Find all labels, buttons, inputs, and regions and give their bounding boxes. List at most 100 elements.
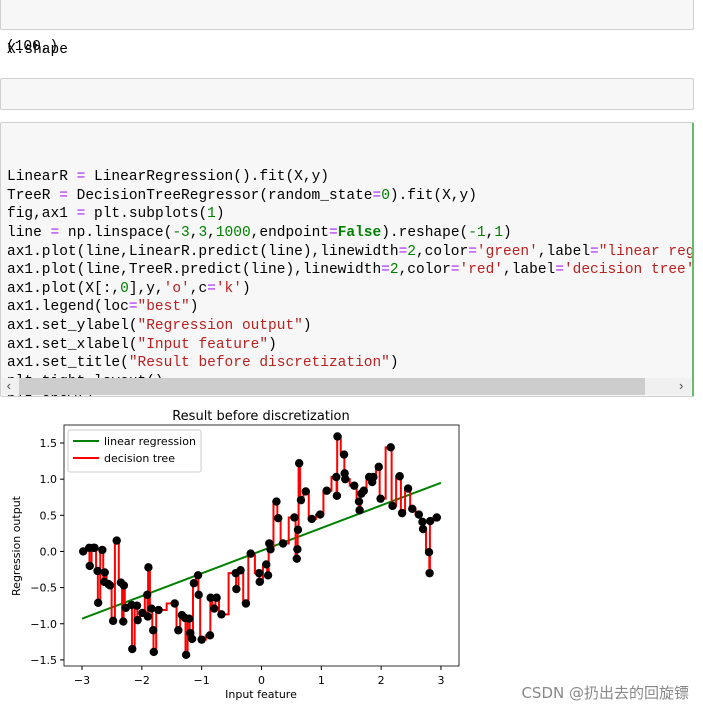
code-token: ax1.legend(loc — [7, 299, 129, 316]
data-point — [132, 601, 142, 610]
data-point — [293, 545, 302, 554]
data-point — [181, 650, 191, 660]
data-point — [100, 568, 109, 577]
data-point — [263, 571, 273, 580]
data-point — [143, 590, 152, 600]
data-point — [133, 615, 142, 625]
code-token: 1 — [494, 224, 504, 241]
horizontal-scrollbar[interactable]: ‹ › — [2, 378, 691, 395]
code-token: ],y, — [128, 280, 164, 297]
output-shape: (100,) — [6, 39, 59, 55]
data-point — [90, 543, 99, 553]
code-token: = — [555, 262, 564, 279]
data-point — [350, 481, 359, 490]
code-token: LinearR — [7, 169, 77, 186]
code-line: ax1.set_title("Result before discretizat… — [7, 354, 692, 373]
data-point — [246, 549, 255, 558]
scrollbar-thumb[interactable] — [19, 378, 645, 395]
data-point — [278, 539, 288, 548]
scroll-right-icon[interactable]: › — [677, 378, 685, 395]
data-point — [296, 495, 306, 505]
y-tick-label: 0.0 — [40, 545, 58, 558]
data-point — [128, 644, 137, 654]
code-token: line — [7, 224, 51, 241]
code-token: 1000 — [215, 224, 251, 241]
linear-regression-line — [81, 481, 442, 620]
code-token: -1 — [468, 224, 486, 241]
data-point — [112, 536, 121, 545]
x-tick-label: −3 — [74, 674, 90, 687]
code-token: 'o' — [163, 280, 190, 297]
data-point — [432, 513, 441, 522]
code-token: "Result before discretization" — [128, 355, 390, 372]
code-token: np.linspace( — [59, 224, 173, 241]
code-cell-shape[interactable]: X.shape — [0, 0, 694, 58]
code-token: "linear regression" — [598, 243, 694, 260]
legend-label-linear: linear regression — [104, 435, 196, 448]
data-point — [395, 472, 404, 481]
data-point — [397, 508, 407, 518]
y-tick-label: 1.0 — [40, 473, 58, 486]
chart-title: Result before discretization — [172, 409, 350, 424]
code-token: = — [50, 224, 60, 241]
code-token: , — [207, 224, 216, 241]
data-point — [194, 590, 203, 600]
data-point — [189, 579, 199, 588]
code-token: ) — [189, 299, 199, 316]
code-token: ) — [268, 336, 277, 353]
data-point — [197, 635, 206, 644]
data-point — [386, 443, 395, 452]
code-line: X.shape — [7, 41, 693, 60]
code-cell-plot[interactable]: LinearR = LinearRegression().fit(X,y) Tre… — [0, 122, 694, 397]
code-token: "Regression output" — [137, 317, 303, 334]
x-tick-label: 2 — [378, 674, 385, 687]
data-point — [262, 560, 271, 569]
scroll-left-icon[interactable]: ‹ — [5, 378, 13, 395]
code-token: 'green' — [476, 243, 538, 260]
data-point — [254, 568, 264, 578]
data-point — [266, 545, 275, 554]
code-token: ax1.set_xlabel( — [7, 336, 138, 353]
code-token: = — [468, 243, 477, 260]
data-point — [376, 494, 385, 503]
code-token: 'red' — [459, 262, 504, 279]
code-line: ax1.plot(line,TreeR.predict(line),linewi… — [7, 261, 692, 280]
data-point — [294, 459, 304, 468]
x-tick-label: 1 — [318, 674, 325, 687]
code-line: line = np.linspace(-3,3,1000,endpoint=Fa… — [7, 224, 692, 243]
data-point — [339, 450, 349, 459]
code-token: ,color — [398, 262, 451, 279]
code-token: ,label — [503, 262, 556, 279]
data-point — [85, 561, 94, 571]
data-point — [93, 598, 103, 607]
code-token: 0 — [381, 187, 390, 204]
code-token: ,label — [537, 243, 591, 260]
data-point — [210, 604, 219, 613]
code-token: = — [398, 243, 408, 260]
code-token: = — [128, 299, 138, 316]
code-token: ,c — [189, 280, 208, 297]
code-token: "best" — [137, 299, 190, 316]
data-point — [187, 634, 197, 644]
code-token: DecisionTreeRegressor(random_state — [67, 187, 373, 204]
code-token: ) — [302, 317, 312, 334]
code-token: ,color — [415, 243, 469, 260]
data-point — [170, 599, 179, 608]
data-point — [236, 566, 245, 575]
code-token: ax1.set_ylabel( — [7, 317, 138, 334]
data-point — [93, 566, 102, 576]
code-token: LinearRegression().fit(X,y) — [85, 169, 329, 186]
legend: linear regression decision tree — [67, 429, 202, 473]
code-token: = — [590, 243, 599, 260]
data-point — [148, 626, 158, 635]
data-point — [290, 513, 299, 522]
data-point — [119, 617, 128, 626]
code-token: "Input feature" — [137, 336, 269, 353]
code-token: ) — [389, 355, 399, 372]
legend-label-tree: decision tree — [104, 452, 175, 465]
data-point — [355, 506, 364, 515]
data-point — [414, 510, 424, 519]
code-token: = — [207, 280, 216, 297]
code-cell-reshape[interactable]: X = X.reshape(-1,1) — [0, 78, 694, 139]
data-point — [174, 626, 183, 635]
